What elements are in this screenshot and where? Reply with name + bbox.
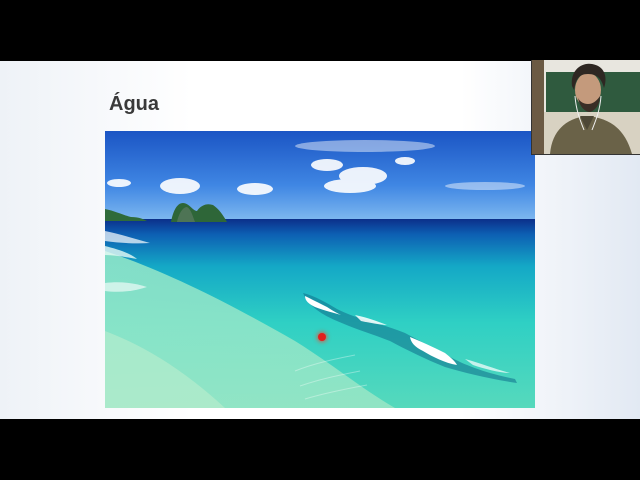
laser-pointer-icon bbox=[318, 333, 326, 341]
beach-photo bbox=[105, 131, 535, 408]
slide-title: Água bbox=[109, 93, 159, 115]
presenter-webcam bbox=[531, 60, 640, 155]
